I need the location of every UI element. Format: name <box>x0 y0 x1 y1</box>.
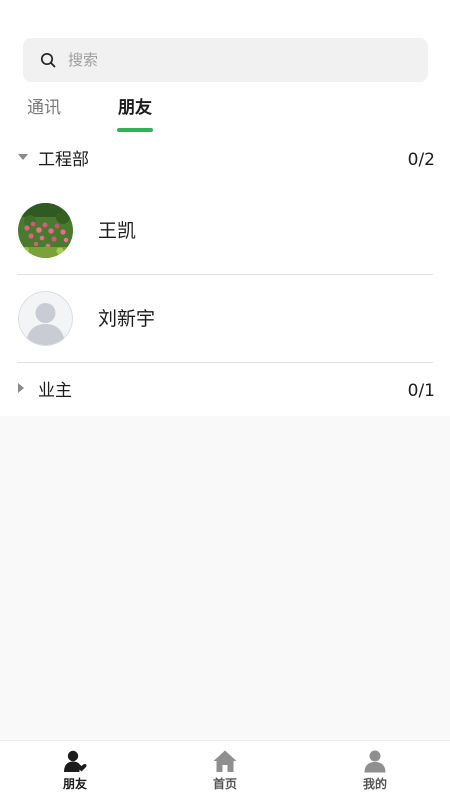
nav-item-home[interactable]: 首页 <box>150 741 300 800</box>
friends-panel: 搜索 通讯 朋友 工程部 0/2 王凯 刘新宇 业主 0/1 <box>0 0 450 416</box>
nav-label: 我的 <box>362 777 387 791</box>
nav-label: 首页 <box>212 777 237 791</box>
group-name: 工程部 <box>38 150 89 170</box>
nav-item-profile[interactable]: 我的 <box>300 741 450 800</box>
nav-label: 朋友 <box>62 777 87 791</box>
divider <box>17 362 433 363</box>
group-name: 业主 <box>38 381 72 401</box>
caret-right-icon <box>18 383 24 393</box>
group-header-engineering[interactable]: 工程部 0/2 <box>0 146 450 176</box>
active-tab-indicator <box>117 128 153 132</box>
home-icon <box>213 750 237 772</box>
group-header-owners[interactable]: 业主 0/1 <box>0 377 450 407</box>
default-person-avatar <box>18 291 73 346</box>
friend-name: 王凯 <box>98 220 137 242</box>
bottom-nav: 朋友 首页 我的 <box>0 740 450 800</box>
nav-item-friends[interactable]: 朋友 <box>0 741 150 800</box>
friends-icon <box>64 750 87 772</box>
flower-photo-avatar <box>18 203 73 258</box>
group-online-count: 0/2 <box>407 150 435 170</box>
search-bar[interactable]: 搜索 <box>23 38 428 82</box>
group-online-count: 0/1 <box>407 381 435 401</box>
tab-friends[interactable]: 朋友 <box>118 96 152 120</box>
search-icon <box>40 52 56 68</box>
profile-icon <box>364 750 386 773</box>
friend-row[interactable]: 王凯 <box>0 187 450 275</box>
friend-name: 刘新宇 <box>98 308 156 330</box>
app-screen: 搜索 通讯 朋友 工程部 0/2 王凯 刘新宇 业主 0/1 朋友 首页 我的 <box>0 0 450 800</box>
friend-row[interactable]: 刘新宇 <box>0 275 450 363</box>
search-placeholder: 搜索 <box>68 51 99 69</box>
tab-contacts[interactable]: 通讯 <box>27 96 61 120</box>
caret-down-icon <box>18 154 28 160</box>
